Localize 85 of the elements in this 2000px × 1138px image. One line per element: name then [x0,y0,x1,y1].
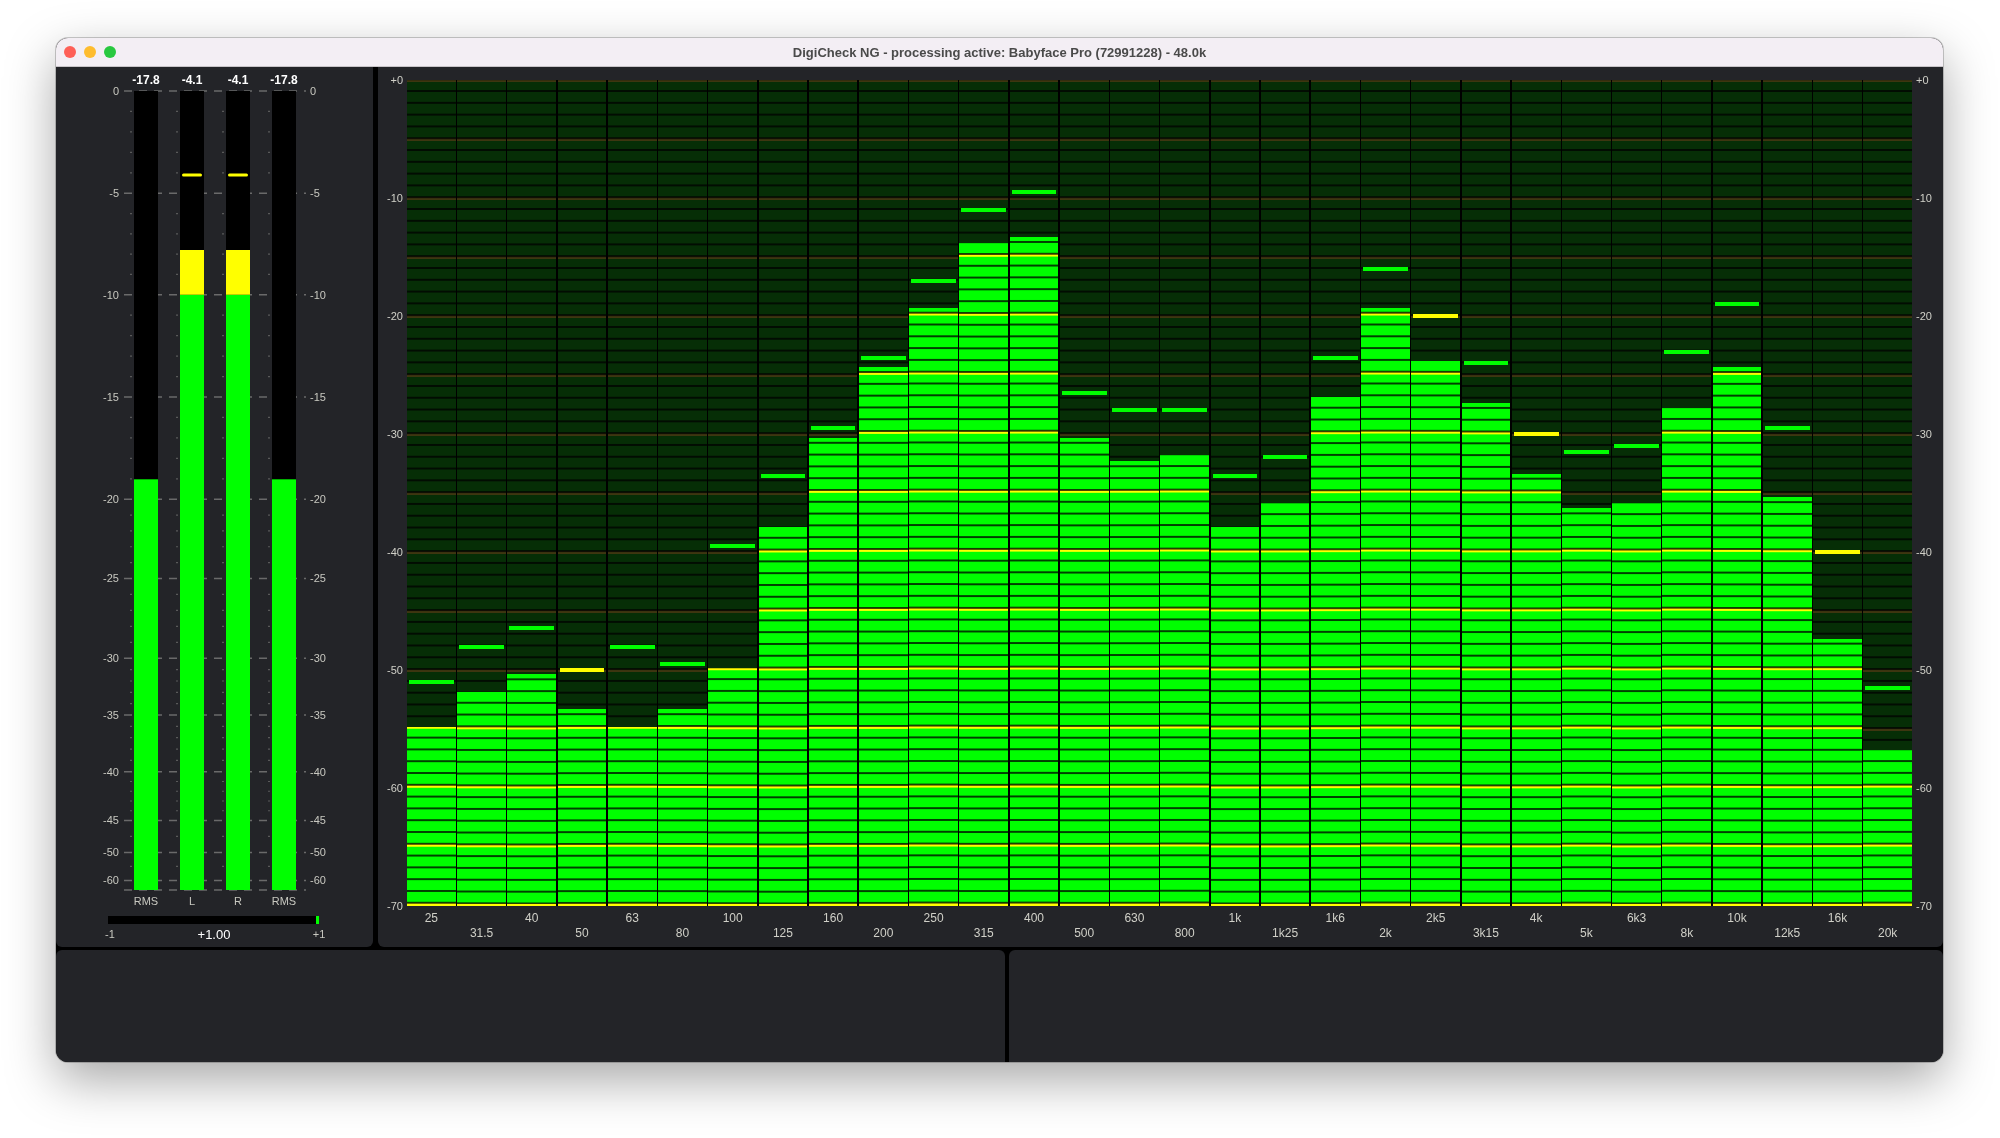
axis-label: -60 [387,781,403,795]
scale-label: -25 [103,572,119,585]
axis-label: -50 [387,663,403,677]
frequency-label: 250 [923,911,944,927]
scale-label: -50 [103,846,119,859]
scale-label: -45 [103,814,119,827]
axis-label: -10 [387,191,403,205]
scale-label: -10 [310,288,326,301]
scale-label: 0 [112,85,119,97]
axis-label: -60 [1916,781,1932,795]
scale-label: -10 [103,288,119,301]
axis-label: -30 [1916,427,1932,441]
frequency-label: 2k5 [1426,911,1446,927]
axis-label: -40 [387,545,403,559]
frequency-label: 3k15 [1472,926,1499,942]
scale-label: -30 [103,652,119,665]
scale-label: 0 [310,85,317,97]
axis-label: +0 [1916,73,1929,87]
frequency-label: 315 [973,926,994,942]
frequency-label: 8k [1680,926,1694,942]
axis-label: -20 [1916,309,1932,323]
frequency-label: 200 [873,926,894,942]
scale-label: -25 [310,572,326,585]
frequency-label: 40 [525,911,539,927]
scale-label: -40 [310,765,326,778]
channel-label: RMS [271,895,297,907]
channel-label: RMS [133,895,159,907]
frequency-label: 6k3 [1626,911,1647,927]
meter-reading: -4.1 [181,73,203,87]
frequency-label: 630 [1124,911,1145,927]
frequency-label: 50 [575,926,589,942]
axis-label: -10 [1916,191,1932,205]
minimize-button[interactable] [84,46,96,58]
scale-label: -60 [310,874,326,887]
scale-label: -5 [109,187,119,200]
frequency-label: 800 [1174,926,1195,942]
scale-label: -20 [310,493,326,506]
frequency-label: 1k [1228,911,1242,927]
scale-label: -30 [310,652,326,665]
scale-label: -15 [310,391,326,403]
scale-label: -15 [103,391,119,403]
frequency-label: 5k [1580,926,1593,942]
window-title: DigiCheck NG - processing active: Babyface Pro (72991228) - 48.0k [792,44,1207,60]
scale-label: -35 [103,709,119,721]
meter-reading: -4.1 [227,73,249,87]
axis-label: -30 [387,427,403,441]
correlation-min-label: -1 [105,928,115,940]
frequency-label: 500 [1074,926,1095,942]
scale-label: -40 [103,765,119,778]
axis-label: -70 [387,899,403,913]
frequency-label: 10k [1727,911,1747,927]
scale-label: -45 [310,814,326,827]
frequency-label: 1k25 [1272,926,1299,942]
axis-label: -50 [1916,663,1932,677]
meter-reading: -17.8 [132,73,160,87]
meter-reading: -17.8 [270,73,298,87]
frequency-label: 4k [1529,911,1543,927]
frequency-label: 2k [1379,926,1392,942]
scale-label: -20 [103,493,119,506]
frequency-label: 31.5 [469,926,494,942]
axis-label: -20 [387,309,403,323]
correlation-max-label: +1 [312,928,326,940]
frequency-label: 20k [1878,926,1898,942]
scale-label: -60 [103,874,119,887]
frequency-label: 12k5 [1774,926,1801,942]
axis-label: -40 [1916,545,1932,559]
frequency-label: 25 [424,911,439,927]
axis-label: +0 [390,73,403,87]
scale-label: -50 [310,846,326,859]
scale-label: -5 [310,187,320,200]
close-button[interactable] [64,46,76,58]
channel-label: L [188,895,196,907]
frequency-label: 80 [675,926,690,942]
frequency-label: 1k6 [1325,911,1345,927]
correlation-reading: +1.00 [197,927,231,942]
frequency-label: 100 [722,911,743,927]
zoom-button[interactable] [104,46,116,58]
frequency-label: 400 [1023,911,1044,927]
frequency-label: 63 [625,911,639,927]
frequency-label: 16k [1827,911,1848,927]
frequency-label: 160 [823,911,844,927]
axis-label: -70 [1916,899,1932,913]
frequency-label: 125 [772,926,793,942]
channel-label: R [234,895,242,907]
scale-label: -35 [310,709,326,721]
